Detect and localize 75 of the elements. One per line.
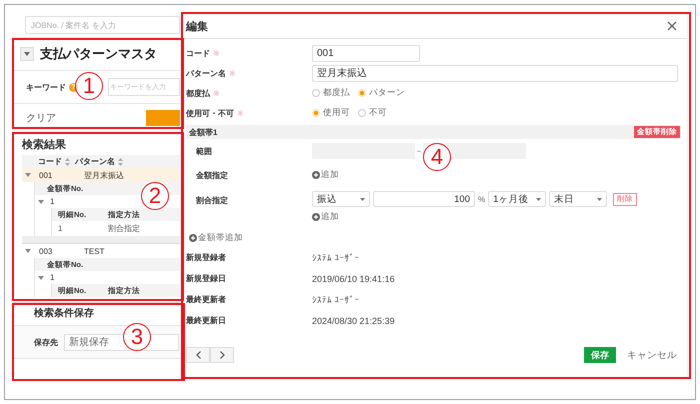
field-label: コード ※ bbox=[186, 48, 221, 58]
annotation-number: 3 bbox=[123, 323, 151, 351]
radio-option[interactable]: パターン bbox=[358, 87, 405, 99]
previous-button[interactable] bbox=[186, 347, 210, 363]
caret-icon bbox=[360, 198, 365, 200]
caret-icon[interactable] bbox=[38, 276, 44, 280]
caret-icon bbox=[24, 52, 30, 56]
field-label: 使用可・不可 ※ bbox=[186, 108, 245, 118]
field-label: 保存先 bbox=[34, 336, 59, 348]
search-field[interactable]: JOBNo. / 案件名 を入力 bbox=[25, 16, 180, 34]
result-row[interactable]: 003 TEST bbox=[22, 244, 180, 258]
sort-icon bbox=[65, 158, 70, 166]
percent-field[interactable]: 100 bbox=[373, 191, 475, 207]
name-field[interactable]: 翌月末振込 bbox=[312, 64, 678, 82]
close-icon[interactable] bbox=[667, 21, 677, 31]
column-header[interactable]: パターン名 bbox=[75, 156, 180, 167]
cancel-button[interactable]: キャンセル bbox=[627, 348, 677, 362]
field-value: ｼｽﾃﾑ ﾕｰｻﾞｰ bbox=[312, 294, 360, 304]
caret-icon[interactable] bbox=[25, 249, 31, 253]
month-select[interactable]: 1ヶ月後 bbox=[488, 191, 546, 207]
save-button[interactable]: 保存 bbox=[584, 347, 616, 363]
radio-option[interactable]: 不可 bbox=[358, 107, 387, 119]
annotation-number: 1 bbox=[75, 72, 103, 100]
collapse-button[interactable] bbox=[20, 47, 34, 61]
sort-icon bbox=[118, 158, 123, 166]
plus-icon bbox=[312, 171, 320, 179]
table-cell-text: 1 bbox=[57, 224, 64, 233]
table-cell-text: TEST bbox=[84, 246, 106, 256]
field-value: 2024/08/30 21:25:39 bbox=[312, 316, 395, 326]
column-header[interactable]: コード bbox=[22, 156, 75, 167]
band-title: 金額帯1 bbox=[189, 126, 218, 138]
field-value: 2019/06/10 19:41:16 bbox=[312, 274, 395, 284]
unit-label: % bbox=[478, 194, 486, 204]
annotation-number: 2 bbox=[141, 182, 169, 210]
table-cell-text: 翌月末振込 bbox=[84, 170, 125, 180]
plus-icon bbox=[189, 234, 197, 242]
field-label: 割合指定 bbox=[196, 195, 229, 206]
add-link[interactable]: 追加 bbox=[312, 169, 339, 181]
plus-icon bbox=[312, 213, 320, 221]
table-cell: 1 bbox=[50, 273, 54, 282]
code-field[interactable]: 001 bbox=[312, 44, 420, 62]
add-link[interactable]: 追加 bbox=[312, 211, 638, 223]
dialog-title: 編集 bbox=[186, 20, 208, 34]
table-cell: 割合指定 bbox=[108, 223, 140, 234]
field-label: 新規登録日 bbox=[186, 273, 227, 284]
caret-icon bbox=[597, 198, 602, 200]
field-label: パターン名 ※ bbox=[186, 68, 237, 78]
field-value: ｼｽﾃﾑ ﾕｰｻﾞｰ bbox=[312, 252, 360, 262]
result-row[interactable]: 001 翌月末振込 bbox=[22, 168, 180, 182]
annotation-number: 4 bbox=[423, 143, 451, 171]
field-label: 最終更新日 bbox=[186, 315, 227, 326]
chevron-right-icon bbox=[220, 351, 224, 359]
day-select[interactable]: 末日 bbox=[549, 191, 608, 207]
field-label: 都度払 ※ bbox=[186, 88, 221, 98]
field-label: 最終更新者 bbox=[186, 294, 227, 305]
range-separator: ~ bbox=[416, 146, 422, 156]
field-label: 金額指定 bbox=[196, 170, 229, 180]
table-cell-text: 001 bbox=[38, 170, 54, 180]
field-label: 範囲 bbox=[196, 146, 213, 156]
next-button[interactable] bbox=[210, 347, 234, 363]
section-title: 検索結果 bbox=[22, 138, 67, 152]
panel-title: 支払パターンマスタ bbox=[40, 45, 157, 63]
radio-option[interactable]: 使用可 bbox=[312, 107, 350, 119]
field-label: 新規登録者 bbox=[186, 252, 227, 263]
caret-icon bbox=[536, 198, 542, 200]
table-cell-text: 003 bbox=[38, 246, 54, 256]
caret-icon[interactable] bbox=[38, 200, 44, 204]
table-cell: 1 bbox=[50, 197, 54, 206]
clear-button[interactable]: クリア bbox=[26, 111, 56, 125]
chevron-left-icon bbox=[196, 351, 200, 359]
caret-icon[interactable] bbox=[25, 173, 31, 177]
keyword-label: キーワード bbox=[26, 82, 66, 92]
radio-option[interactable]: 都度払 bbox=[312, 87, 350, 99]
add-band-link[interactable]: 金額帯追加 bbox=[186, 229, 681, 247]
method-select[interactable]: 振込 bbox=[312, 191, 370, 207]
